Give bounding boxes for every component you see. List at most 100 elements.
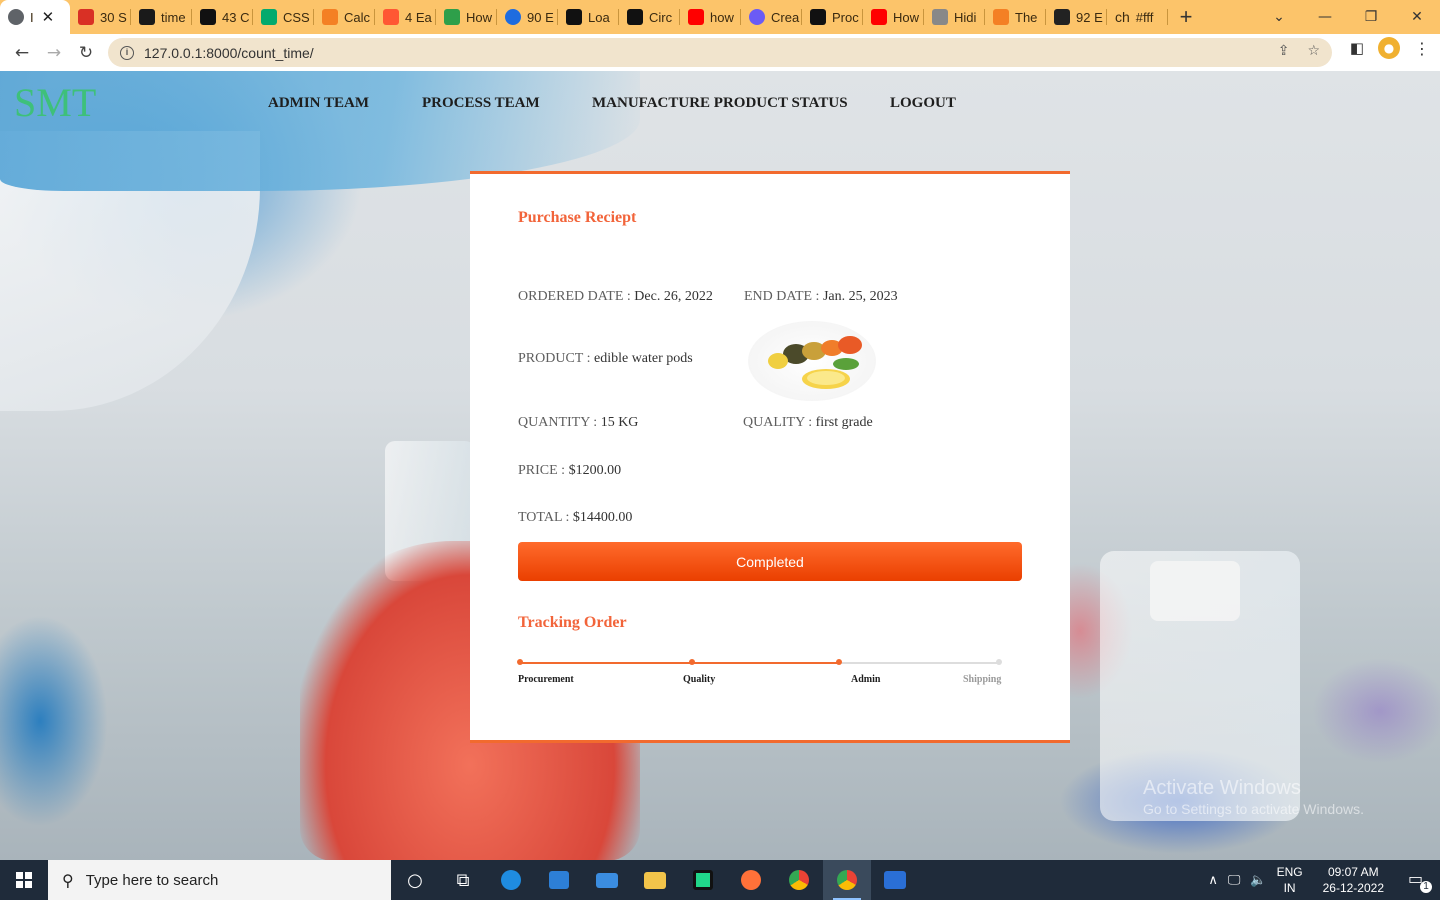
windows-start-icon[interactable] [0,860,48,900]
chrome-icon[interactable] [775,860,823,900]
clock-date: 26-12-2022 [1322,881,1384,895]
share-icon[interactable]: ⇪ [1278,43,1290,59]
product-image [748,321,876,401]
tray-chevron-up-icon[interactable]: ∧ [1208,873,1218,888]
tab-label: How [466,9,493,25]
quantity-value: 15 KG [600,415,639,430]
tab-label: Proc [832,9,859,25]
browser-tab[interactable]: ch #fff [1107,0,1168,34]
language-indicator[interactable]: ENG IN [1277,864,1303,896]
page-viewport: SMT ADMIN TEAM PROCESS TEAM MANUFACTURE … [0,71,1440,860]
profile-avatar-icon[interactable]: ● [1378,37,1400,59]
tab-label: 90 E [527,9,554,25]
tab-favicon-icon [383,9,399,25]
browser-tab-strip: I ✕ 30 S time 43 C CSS Calc 4 Ea How 90 … [0,0,1440,34]
product-field: PRODUCT : edible water pods [518,351,693,367]
browser-tab[interactable]: The [985,0,1046,34]
media-player-icon[interactable] [871,860,919,900]
store-icon[interactable] [535,860,583,900]
price-field: PRICE : $1200.00 [518,463,621,479]
pycharm-icon[interactable] [679,860,727,900]
page-favicon-icon [8,9,24,25]
browser-tab[interactable]: How [863,0,924,34]
browser-tab[interactable]: time [131,0,192,34]
side-panel-icon[interactable]: ◧ [1350,39,1364,57]
cortana-icon[interactable]: ○ [391,860,439,900]
browser-tab[interactable]: How [436,0,497,34]
browser-tab[interactable]: CSS [253,0,314,34]
search-placeholder: Type here to search [85,871,219,889]
site-logo[interactable]: SMT [14,79,96,126]
bookmark-star-icon[interactable]: ☆ [1307,43,1320,59]
clock[interactable]: 09:07 AM 26-12-2022 [1323,864,1384,896]
browser-tab[interactable]: Proc [802,0,863,34]
browser-tab[interactable]: 92 E [1046,0,1107,34]
browser-toolbar: ← → ↻ i 127.0.0.1:8000/count_time/ ⇪ ☆ ◧… [0,34,1440,71]
firefox-icon[interactable] [727,860,775,900]
browser-tab[interactable]: Loa [558,0,619,34]
close-tab-icon[interactable]: ✕ [42,8,55,26]
browser-tab[interactable]: 30 S [70,0,131,34]
volume-icon[interactable]: 🔈 [1250,873,1266,888]
file-explorer-icon[interactable] [631,860,679,900]
edge-icon[interactable] [487,860,535,900]
address-bar[interactable]: i 127.0.0.1:8000/count_time/ ⇪ ☆ [108,38,1332,67]
quality-label: QUALITY : [743,415,816,430]
network-icon[interactable]: 🖵 [1228,873,1241,888]
back-arrow-icon[interactable]: ← [6,37,38,69]
activate-windows-subtitle: Go to Settings to activate Windows. [1143,801,1364,817]
forward-arrow-icon[interactable]: → [38,37,70,69]
tracking-dot-admin [836,659,842,665]
browser-tab[interactable]: how [680,0,741,34]
browser-tab[interactable]: Hidi [924,0,985,34]
tab-search-chevron-icon[interactable]: ⌄ [1256,0,1302,34]
ordered-date-label: ORDERED DATE : [518,289,635,304]
search-icon: ⚲ [62,870,74,890]
tab-label: time [161,9,186,25]
browser-tab[interactable]: 90 E [497,0,558,34]
tab-favicon-icon [505,9,521,25]
new-tab-button[interactable]: + [1168,0,1204,34]
browser-tab-active[interactable]: I ✕ [0,0,70,34]
browser-tab[interactable]: 4 Ea [375,0,436,34]
url-text[interactable]: 127.0.0.1:8000/count_time/ [144,45,314,61]
end-date-label: END DATE : [744,289,823,304]
nav-admin-team[interactable]: ADMIN TEAM [268,95,369,112]
tab-favicon-icon [627,9,643,25]
nav-manufacture-product-status[interactable]: MANUFACTURE PRODUCT STATUS [592,95,848,112]
tab-label: Loa [588,9,610,25]
reload-icon[interactable]: ↻ [70,37,102,69]
receipt-title: Purchase Reciept [518,209,637,226]
close-window-icon[interactable]: ✕ [1394,0,1440,34]
nav-logout[interactable]: LOGOUT [890,95,956,112]
kebab-menu-icon[interactable]: ⋮ [1414,39,1430,58]
site-info-icon[interactable]: i [120,45,134,60]
task-view-icon[interactable]: ⧉ [439,860,487,900]
tab-label: The [1015,9,1038,25]
browser-tab[interactable]: Calc [314,0,375,34]
browser-tab[interactable]: Circ [619,0,680,34]
ordered-date-value: Dec. 26, 2022 [634,289,713,304]
chrome-active-icon[interactable] [823,860,871,900]
mail-icon[interactable] [583,860,631,900]
product-value: edible water pods [593,351,693,366]
step-admin: Admin [851,674,881,685]
browser-tab[interactable]: Crea [741,0,802,34]
tab-label: How [893,9,920,25]
windows-taskbar: ⚲ Type here to search ○ ⧉ ∧ 🖵 🔈 ENG IN 0… [0,860,1440,900]
taskbar-search-box[interactable]: ⚲ Type here to search [48,860,391,900]
minimize-icon[interactable]: — [1302,0,1348,34]
tab-label: I [30,9,34,25]
step-quality: Quality [683,674,716,685]
tracking-progress-filled [520,662,840,664]
browser-tab[interactable]: 43 C [192,0,253,34]
tab-favicon-icon [322,9,338,25]
notification-count-badge: 1 [1420,881,1432,893]
tab-favicon-icon [932,9,948,25]
language-label: ENG [1276,865,1303,879]
status-completed-button[interactable]: Completed [518,542,1022,581]
restore-icon[interactable]: ❐ [1348,0,1394,34]
notification-center-icon[interactable]: ▭ 1 [1408,869,1432,893]
nav-process-team[interactable]: PROCESS TEAM [422,95,540,112]
end-date-value: Jan. 25, 2023 [822,289,898,304]
